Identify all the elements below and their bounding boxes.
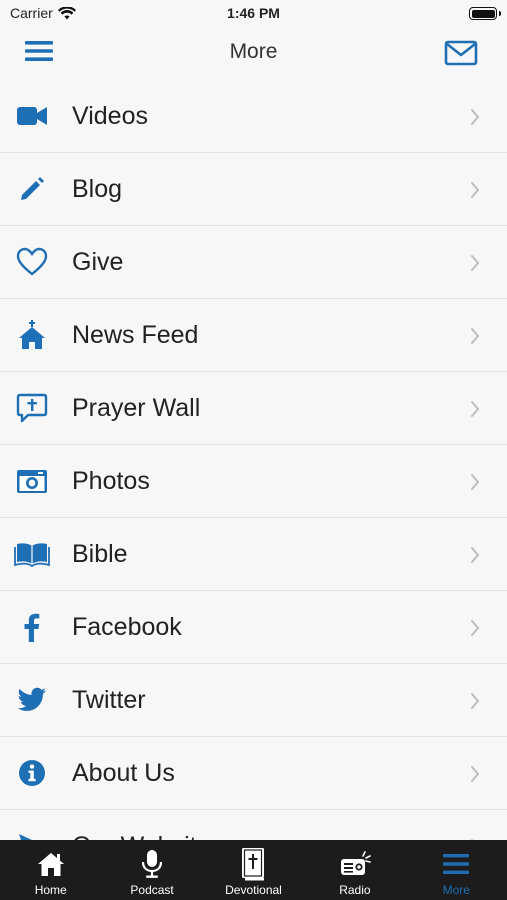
chevron-right-icon	[471, 109, 480, 125]
menu-item-bible[interactable]: Bible	[0, 518, 507, 591]
home-icon	[0, 847, 101, 881]
nav-bar: More	[0, 30, 507, 80]
menu-item-label: Give	[72, 248, 124, 276]
chevron-right-icon	[471, 766, 480, 782]
camera-icon	[14, 463, 50, 499]
prayer-bubble-icon	[14, 390, 50, 426]
menu-item-label: Photos	[72, 467, 150, 495]
chevron-right-icon	[471, 620, 480, 636]
heart-icon	[14, 244, 50, 280]
menu-item-prayer-wall[interactable]: Prayer Wall	[0, 372, 507, 445]
mail-button[interactable]	[444, 40, 478, 68]
menu-item-our-website[interactable]: Our Website	[0, 810, 507, 840]
menu-item-twitter[interactable]: Twitter	[0, 664, 507, 737]
menu-item-about-us[interactable]: About Us	[0, 737, 507, 810]
chevron-right-icon	[471, 255, 480, 271]
menu-item-facebook[interactable]: Facebook	[0, 591, 507, 664]
mail-icon	[444, 40, 478, 66]
menu-item-label: About Us	[72, 759, 175, 787]
hamburger-icon	[406, 847, 507, 881]
open-book-icon	[14, 536, 50, 572]
more-menu-list: Videos Blog Give News Feed Prayer Wall P…	[0, 80, 507, 840]
facebook-icon	[14, 609, 50, 645]
tab-devotional[interactable]: Devotional	[203, 840, 304, 900]
tab-label: Devotional	[225, 883, 282, 897]
menu-item-photos[interactable]: Photos	[0, 445, 507, 518]
info-icon	[14, 755, 50, 791]
menu-item-videos[interactable]: Videos	[0, 80, 507, 153]
chevron-right-icon	[471, 182, 480, 198]
radio-icon	[304, 847, 405, 881]
menu-item-label: Prayer Wall	[72, 394, 201, 422]
church-icon	[14, 317, 50, 353]
battery-icon	[469, 7, 501, 20]
menu-item-label: Bible	[72, 540, 128, 568]
status-bar: Carrier 1:46 PM	[0, 0, 507, 30]
page-title: More	[229, 40, 278, 63]
status-time: 1:46 PM	[227, 5, 280, 21]
pencil-icon	[14, 171, 50, 207]
chevron-right-icon	[471, 474, 480, 490]
chevron-right-icon	[471, 401, 480, 417]
menu-item-label: Twitter	[72, 686, 146, 714]
tab-label: Home	[34, 883, 67, 897]
video-camera-icon	[14, 98, 50, 134]
tab-label: More	[442, 883, 470, 897]
tab-more[interactable]: More	[406, 840, 507, 900]
menu-item-label: Videos	[72, 102, 148, 130]
menu-button[interactable]	[24, 38, 56, 66]
chevron-right-icon	[471, 328, 480, 344]
chevron-right-icon	[471, 693, 480, 709]
bible-icon	[203, 847, 304, 881]
tab-podcast[interactable]: Podcast	[101, 840, 202, 900]
menu-item-give[interactable]: Give	[0, 226, 507, 299]
menu-item-label: Our Website	[72, 810, 210, 840]
twitter-icon	[14, 682, 50, 718]
menu-item-blog[interactable]: Blog	[0, 153, 507, 226]
chevron-right-icon	[471, 547, 480, 563]
tab-label: Radio	[339, 883, 371, 897]
send-icon	[14, 828, 50, 840]
microphone-icon	[101, 847, 202, 881]
menu-item-label: Facebook	[72, 613, 182, 641]
menu-item-label: News Feed	[72, 321, 199, 349]
hamburger-icon	[25, 41, 53, 61]
menu-item-label: Blog	[72, 175, 123, 203]
tab-bar: Home Podcast Devotional Radio More	[0, 840, 507, 900]
menu-item-news-feed[interactable]: News Feed	[0, 299, 507, 372]
tab-radio[interactable]: Radio	[304, 840, 405, 900]
tab-label: Podcast	[130, 883, 174, 897]
tab-home[interactable]: Home	[0, 840, 101, 900]
